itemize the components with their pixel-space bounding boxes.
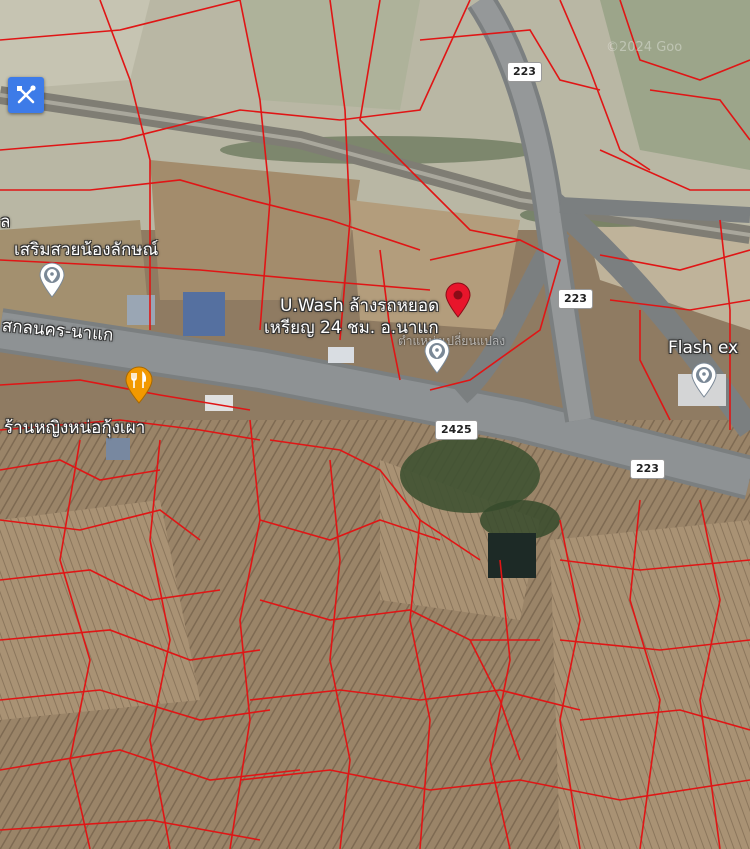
route-shield-223: 223 bbox=[630, 459, 665, 479]
red-location-pin-icon[interactable] bbox=[444, 282, 472, 318]
place-label-shrimp-restaurant[interactable]: ร้านหญิงหน่อกุ้งเผา bbox=[4, 414, 145, 441]
crossed-tools-icon bbox=[17, 85, 36, 104]
place-label-beauty-salon[interactable]: เสริมสวยน้องลักษณ์ bbox=[14, 236, 158, 263]
grey-location-pin-icon[interactable] bbox=[690, 362, 718, 398]
grey-location-pin-icon[interactable] bbox=[38, 262, 66, 298]
grey-location-pin-icon[interactable] bbox=[423, 338, 451, 374]
pond bbox=[488, 533, 536, 578]
tool-button[interactable] bbox=[8, 77, 44, 113]
route-shield-223: 223 bbox=[507, 62, 542, 82]
route-shield-223: 223 bbox=[558, 289, 593, 309]
map-watermark: ©2024 Goo bbox=[606, 40, 683, 55]
place-label-edge: ล bbox=[0, 212, 11, 232]
place-label-position: ตำแหน่งเปลี่ยนแปลง bbox=[398, 334, 506, 348]
restaurant-pin-icon[interactable] bbox=[124, 366, 154, 404]
route-shield-2425: 2425 bbox=[435, 420, 478, 440]
place-label-flash-express[interactable]: Flash ex bbox=[668, 338, 738, 358]
satellite-map[interactable]: 223 223 223 2425 ©2024 Goo ล เสริมสวยน้อ… bbox=[0, 0, 750, 849]
